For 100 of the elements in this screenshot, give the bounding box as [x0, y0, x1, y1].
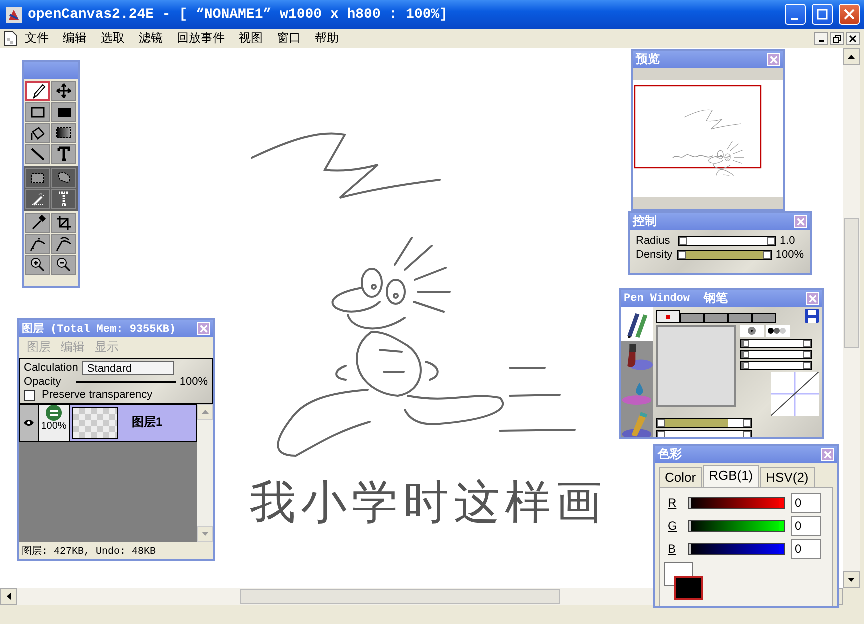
up-arrow-icon[interactable] — [848, 54, 855, 58]
slider-label: Radius — [636, 235, 672, 247]
tool-button[interactable] — [51, 144, 76, 164]
slider-reading: 1.0 — [780, 235, 796, 247]
panel-title: 色彩 — [658, 446, 683, 463]
close-icon — [796, 218, 804, 226]
blend-mode-field[interactable]: Standard — [82, 361, 174, 375]
field-label: Calculation — [24, 362, 78, 374]
slider-reading: 100% — [776, 249, 804, 261]
maximize-icon — [817, 9, 828, 20]
tab[interactable]: Color — [659, 467, 702, 487]
minimize-button[interactable] — [814, 32, 828, 45]
tool-button[interactable] — [51, 81, 76, 101]
value-field[interactable]: 0 — [791, 493, 821, 513]
window-title: openCanvas2.24E - [ “NONAME1” w1000 x h800 : 100%] — [28, 6, 450, 22]
close-icon — [849, 34, 857, 42]
brush-button[interactable] — [621, 340, 653, 374]
vertical-scrollbar[interactable] — [843, 48, 860, 588]
menu-item[interactable]: 滤镜 — [132, 30, 170, 47]
crop-icon — [56, 215, 72, 231]
tool-button[interactable] — [25, 255, 50, 275]
menu-item[interactable]: 窗口 — [270, 30, 308, 47]
tool-button[interactable] — [25, 213, 50, 233]
value-field[interactable]: 0 — [791, 539, 821, 559]
tool-button[interactable] — [51, 234, 76, 254]
panel-title: 图层 (Total Mem: 9355KB) — [22, 322, 178, 336]
minimize-icon — [818, 40, 824, 42]
slider[interactable] — [656, 430, 752, 437]
tool-button[interactable] — [51, 213, 76, 233]
lasso-icon — [56, 170, 72, 186]
tab[interactable]: HSV(2) — [760, 467, 815, 487]
color-swatch[interactable] — [674, 576, 703, 600]
scrollbar-thumb[interactable] — [844, 218, 859, 348]
maximize-button[interactable] — [812, 4, 833, 25]
tab[interactable]: RGB(1) — [703, 465, 760, 487]
layer-thumbnail — [72, 407, 118, 439]
left-arrow-icon[interactable] — [6, 593, 10, 600]
restore-icon — [833, 34, 841, 42]
scrollbar-thumb[interactable] — [240, 589, 560, 604]
minimize-icon — [790, 18, 798, 20]
text-icon — [56, 146, 72, 162]
status-text: 图层: 427KB, Undo: 48KB — [21, 545, 158, 559]
slider[interactable] — [656, 418, 752, 428]
tool-button[interactable] — [51, 255, 76, 275]
tool-button[interactable] — [51, 189, 76, 209]
tool-button[interactable] — [25, 189, 50, 209]
tool-button[interactable] — [25, 168, 50, 188]
curve-icon — [30, 236, 46, 252]
slider[interactable] — [676, 250, 772, 260]
color-slider[interactable] — [688, 520, 785, 532]
polygon-icon — [30, 125, 46, 141]
tool-button[interactable] — [25, 123, 50, 143]
close-icon — [844, 9, 855, 20]
menu-item[interactable]: 选取 — [94, 30, 132, 47]
menu-item[interactable]: 编辑 — [56, 30, 94, 47]
slider-label: Density — [636, 249, 673, 261]
tool-button[interactable] — [25, 144, 50, 164]
brush-preset-tab[interactable] — [680, 313, 704, 323]
menu-item[interactable]: 回放事件 — [170, 30, 232, 47]
slider[interactable] — [740, 361, 812, 370]
eyedropper-icon — [30, 215, 46, 231]
menu-item[interactable]: 帮助 — [308, 30, 346, 47]
slider[interactable] — [740, 350, 812, 359]
opacity-reading: 100% — [180, 376, 208, 388]
brush-preset-tab[interactable] — [752, 313, 776, 323]
brush-preset-tab[interactable] — [728, 313, 752, 323]
brush-button[interactable] — [621, 307, 653, 341]
menu-item[interactable]: 文件 — [18, 30, 56, 47]
tool-button[interactable] — [25, 81, 50, 101]
down-arrow-icon[interactable] — [848, 578, 855, 582]
gradient-icon — [56, 125, 72, 141]
tool-button[interactable] — [25, 234, 50, 254]
tool-button[interactable] — [25, 102, 50, 122]
brush-preset-tab[interactable] — [656, 310, 680, 323]
color-slider[interactable] — [688, 497, 785, 509]
eye-icon[interactable] — [23, 419, 35, 427]
close-button[interactable] — [846, 32, 860, 45]
restore-button[interactable] — [830, 32, 844, 45]
save-icon[interactable] — [805, 309, 819, 323]
tool-button[interactable] — [51, 168, 76, 188]
move-icon — [56, 83, 72, 99]
color-slider[interactable] — [688, 543, 785, 555]
curve-icon — [56, 236, 72, 252]
tool-button[interactable] — [51, 102, 76, 122]
brush-preset-tab[interactable] — [704, 313, 728, 323]
pressure-curve-graph[interactable] — [771, 372, 819, 416]
channel-label: B — [667, 542, 678, 556]
checkbox[interactable] — [24, 390, 35, 400]
slider[interactable] — [740, 339, 812, 348]
menu-item[interactable]: 视图 — [232, 30, 270, 47]
app-icon — [6, 6, 22, 22]
slider[interactable] — [678, 236, 776, 246]
magic-wand-icon — [30, 191, 46, 207]
tool-button[interactable] — [51, 123, 76, 143]
value-field[interactable]: 0 — [791, 516, 821, 536]
panel-title: 预览 — [636, 51, 661, 68]
panel-title: Pen Window — [624, 292, 690, 304]
handwritten-text: 我小学时这样画 — [250, 474, 607, 531]
layer-row[interactable]: 100% 图层1 — [19, 404, 197, 442]
zoom-out-icon — [56, 257, 72, 273]
